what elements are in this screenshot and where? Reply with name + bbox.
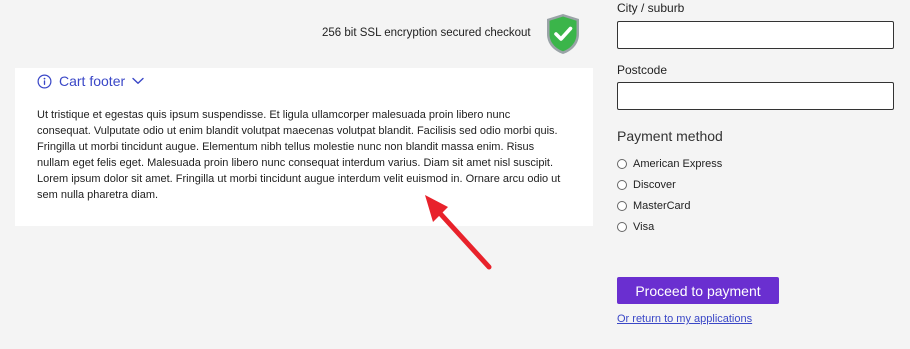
city-field[interactable] [617,21,894,49]
red-arrow-icon [425,195,492,270]
payment-option-label: Visa [633,221,655,233]
cart-footer-text: Ut tristique et egestas quis ipsum suspe… [37,109,561,201]
city-label: City / suburb [617,1,685,15]
cart-footer-toggle[interactable]: Cart footer [37,73,144,89]
postcode-field[interactable] [617,82,894,110]
info-icon [37,74,52,88]
cart-footer-label: Cart footer [59,73,126,89]
cart-footer-panel: Cart footer Ut tristique et egestas quis… [15,68,593,226]
payment-option-label: MasterCard [633,200,691,212]
radio-circle-icon[interactable] [617,201,627,211]
return-to-applications-link[interactable]: Or return to my applications [617,313,752,325]
payment-option-visa[interactable]: Visa [617,221,654,233]
payment-option-label: American Express [633,158,723,170]
radio-circle-icon[interactable] [617,180,627,190]
radio-circle-icon[interactable] [617,159,627,169]
shield-check-icon [547,14,579,54]
payment-option-label: Discover [633,179,676,191]
chevron-down-icon [132,77,144,84]
postcode-label: Postcode [617,63,668,77]
payment-option-mastercard[interactable]: MasterCard [617,200,690,212]
proceed-to-payment-button[interactable]: Proceed to payment [617,277,779,304]
radio-circle-icon[interactable] [617,222,627,232]
payment-option-amex[interactable]: American Express [617,158,722,170]
payment-option-discover[interactable]: Discover [617,179,676,191]
payment-method-title: Payment method [617,128,723,144]
ssl-security-text: 256 bit SSL encryption secured checkout [322,27,531,39]
